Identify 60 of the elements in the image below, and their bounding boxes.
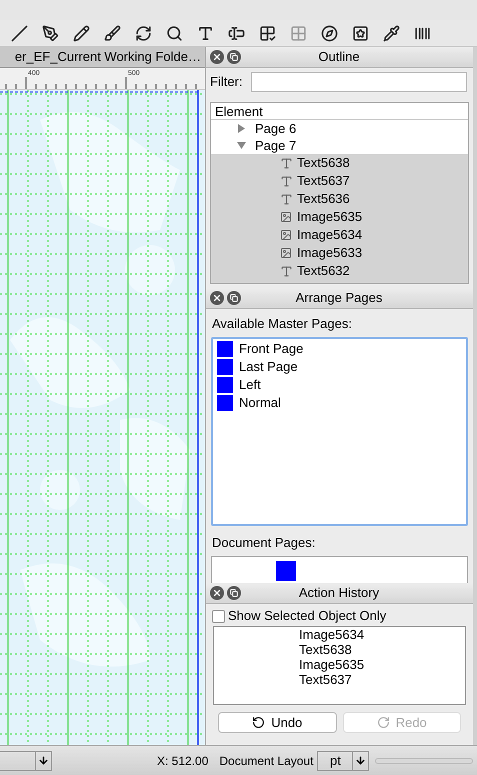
tree-label: Text5636 [297, 190, 350, 208]
tree-label: Page 6 [255, 120, 296, 138]
image-icon [280, 229, 292, 241]
layout-label: Document Layout [219, 752, 314, 770]
zoom-dropdown[interactable] [0, 750, 52, 770]
close-button[interactable] [210, 291, 224, 305]
tree-label: Text5637 [297, 172, 350, 190]
float-button[interactable] [227, 291, 241, 305]
dropdown-arrow-icon [355, 755, 366, 766]
float-button[interactable] [227, 50, 241, 64]
panel-title: Outline [317, 48, 361, 66]
filter-label: Filter: [210, 73, 242, 92]
copy-icon [230, 294, 238, 302]
checkbox[interactable] [212, 610, 225, 622]
image-icon [280, 211, 292, 223]
close-icon [212, 52, 222, 62]
copy-icon [230, 589, 238, 597]
tree-label: Page 7 [255, 136, 296, 155]
text-icon [280, 192, 292, 206]
image-icon [280, 247, 292, 259]
tree-row[interactable]: Page 6 [211, 120, 468, 137]
text-icon [280, 156, 292, 170]
unit-dropdown[interactable]: pt [317, 750, 370, 770]
column-header[interactable]: Element [211, 103, 468, 120]
section-label: Document Pages: [211, 534, 316, 552]
dropdown-arrow-icon [38, 755, 49, 766]
filter-field[interactable] [250, 72, 467, 92]
tree-label: Text5632 [297, 262, 350, 280]
close-button[interactable] [210, 50, 224, 64]
history-item[interactable]: Image5635 [299, 657, 465, 672]
panel-title: Arrange Pages [294, 289, 384, 308]
redo-icon [376, 716, 390, 729]
copy-icon [230, 53, 238, 61]
close-button[interactable] [210, 586, 224, 600]
tree-label: Image5635 [297, 208, 362, 226]
undo-icon [252, 716, 266, 729]
close-icon [212, 588, 222, 598]
text-icon [280, 264, 292, 278]
undo-button[interactable]: Undo [218, 712, 336, 733]
master-page-item[interactable]: Last Page [239, 356, 298, 376]
master-page-item[interactable]: Left [239, 374, 261, 394]
section-label: Available Master Pages: [211, 315, 353, 333]
page-thumbnail[interactable] [276, 561, 296, 581]
history-item[interactable]: Text5637 [299, 672, 465, 687]
scrollbar[interactable] [375, 758, 474, 764]
panel-title: Action History [298, 584, 380, 602]
master-page-item[interactable]: Normal [239, 392, 281, 412]
history-item[interactable]: Image5634 [299, 627, 465, 642]
tree-label: Image5634 [297, 226, 362, 244]
tree-label: Image5633 [297, 244, 362, 262]
document-tab[interactable]: er_EF_Current Working Folde… [0, 47, 205, 68]
tree-label: Text5638 [297, 154, 350, 172]
x-coordinate: X: 512.00 [157, 752, 208, 770]
close-icon [212, 293, 222, 303]
text-icon [280, 174, 292, 188]
tree-row[interactable]: Page 7 [211, 137, 468, 154]
master-page-item[interactable]: Front Page [239, 338, 304, 358]
float-button[interactable] [227, 586, 241, 600]
history-item[interactable]: Text5638 [299, 642, 465, 657]
checkbox-label: Show Selected Object Only [228, 607, 386, 626]
